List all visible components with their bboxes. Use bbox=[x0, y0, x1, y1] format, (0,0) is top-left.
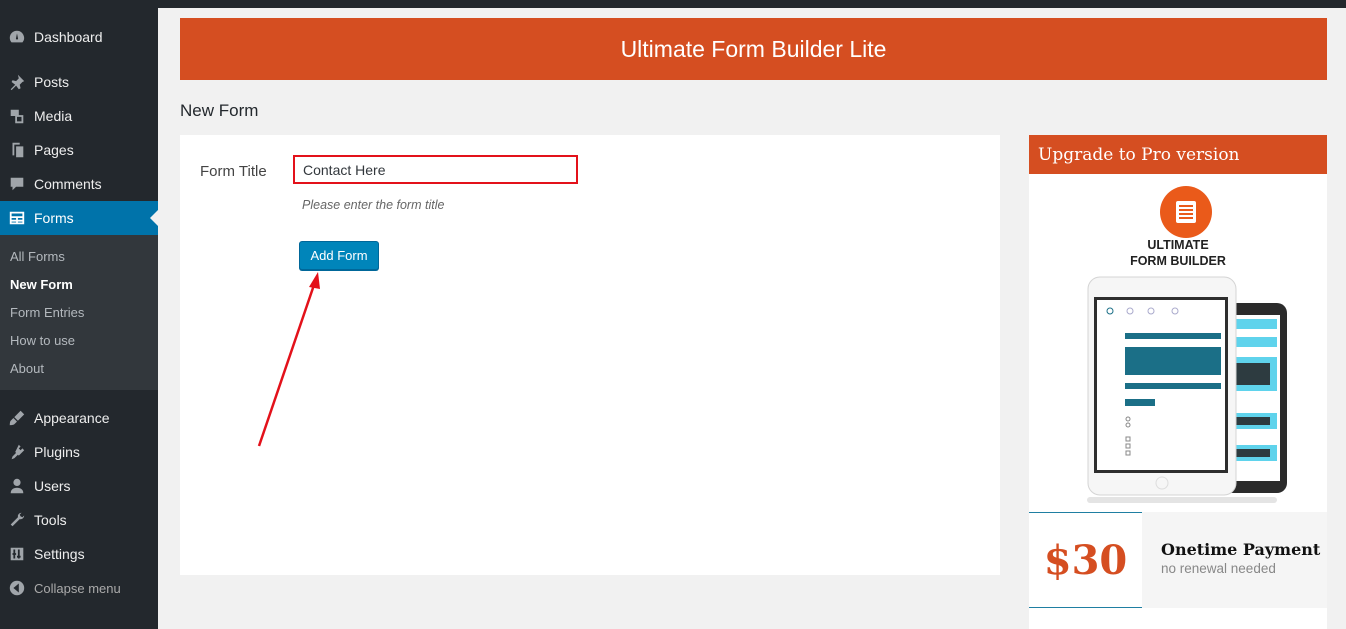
menu-label: Appearance bbox=[34, 410, 110, 426]
form-title-input[interactable] bbox=[293, 155, 578, 184]
menu-label: Posts bbox=[34, 74, 70, 90]
wrench-icon bbox=[0, 511, 34, 529]
submenu-form-entries[interactable]: Form Entries bbox=[10, 305, 84, 320]
menu-label: Tools bbox=[34, 512, 67, 528]
payment-title: Onetime Payment bbox=[1161, 540, 1321, 559]
media-icon bbox=[0, 107, 34, 125]
plugin-icon bbox=[0, 443, 34, 461]
menu-item-posts[interactable]: Posts bbox=[0, 65, 158, 99]
menu-item-forms[interactable]: Forms bbox=[0, 201, 158, 235]
comment-icon bbox=[0, 175, 34, 193]
menu-item-tools[interactable]: Tools bbox=[0, 503, 158, 537]
menu-label: Pages bbox=[34, 142, 74, 158]
user-icon bbox=[0, 477, 34, 495]
menu-label: Dashboard bbox=[34, 29, 103, 45]
menu-item-plugins[interactable]: Plugins bbox=[0, 435, 158, 469]
form-title-hint: Please enter the form title bbox=[302, 198, 445, 212]
upgrade-heading[interactable]: Upgrade to Pro version bbox=[1029, 135, 1327, 174]
collapse-menu-button[interactable]: Collapse menu bbox=[0, 571, 158, 605]
menu-item-appearance[interactable]: Appearance bbox=[0, 401, 158, 435]
admin-sidebar: Dashboard Posts Media Pages Comments For… bbox=[0, 0, 158, 629]
payment-subtitle: no renewal needed bbox=[1161, 561, 1276, 576]
menu-label: Settings bbox=[34, 546, 85, 562]
brand-line-2: FORM BUILDER bbox=[1130, 254, 1226, 268]
pages-icon bbox=[0, 141, 34, 159]
forms-icon bbox=[0, 209, 34, 227]
tablet-preview-image bbox=[1087, 276, 1287, 503]
menu-label: Forms bbox=[34, 210, 74, 226]
menu-item-comments[interactable]: Comments bbox=[0, 167, 158, 201]
submenu-new-form[interactable]: New Form bbox=[10, 277, 73, 292]
new-form-card: Form Title Please enter the form title A… bbox=[180, 135, 1000, 575]
brush-icon bbox=[0, 409, 34, 427]
menu-item-pages[interactable]: Pages bbox=[0, 133, 158, 167]
add-form-button[interactable]: Add Form bbox=[299, 241, 379, 270]
settings-icon bbox=[0, 545, 34, 563]
collapse-label: Collapse menu bbox=[34, 580, 121, 596]
menu-item-media[interactable]: Media bbox=[0, 99, 158, 133]
collapse-icon bbox=[0, 579, 34, 597]
menu-item-settings[interactable]: Settings bbox=[0, 537, 158, 571]
menu-item-users[interactable]: Users bbox=[0, 469, 158, 503]
pin-icon bbox=[0, 73, 34, 91]
active-indicator bbox=[150, 210, 158, 226]
price-value: $30 bbox=[1043, 536, 1128, 584]
menu-label: Comments bbox=[34, 176, 102, 192]
banner-title: Ultimate Form Builder Lite bbox=[620, 35, 887, 62]
menu-item-dashboard[interactable]: Dashboard bbox=[0, 20, 158, 54]
price-box: $30 bbox=[1029, 512, 1142, 608]
upgrade-panel: Upgrade to Pro version ULTIMATE FORM BUI… bbox=[1029, 135, 1327, 629]
plugin-banner: Ultimate Form Builder Lite bbox=[180, 18, 1327, 80]
submenu-all-forms[interactable]: All Forms bbox=[10, 249, 65, 264]
form-title-label: Form Title bbox=[200, 163, 267, 180]
menu-label: Users bbox=[34, 478, 71, 494]
admin-bar bbox=[0, 0, 1346, 8]
submenu-about[interactable]: About bbox=[10, 361, 44, 376]
submenu-how-to-use[interactable]: How to use bbox=[10, 333, 75, 348]
form-builder-logo-icon bbox=[1160, 186, 1212, 238]
forms-submenu: All Forms New Form Form Entries How to u… bbox=[0, 235, 158, 390]
brand-line-1: ULTIMATE bbox=[1147, 238, 1209, 252]
menu-label: Plugins bbox=[34, 444, 80, 460]
pricing-row: $30 Onetime Payment no renewal needed bbox=[1029, 512, 1327, 608]
menu-label: Media bbox=[34, 108, 73, 124]
dashboard-icon bbox=[0, 28, 34, 46]
page-title: New Form bbox=[180, 101, 259, 120]
